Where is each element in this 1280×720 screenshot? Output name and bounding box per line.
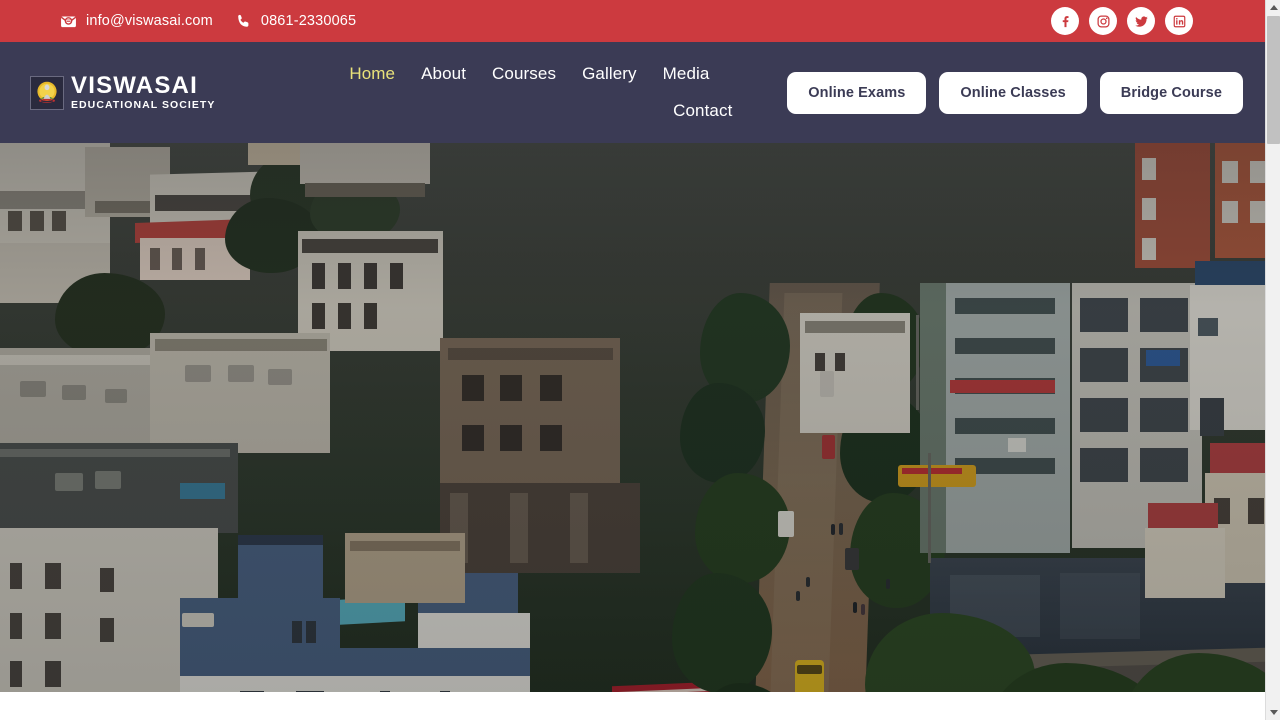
bridge-course-button[interactable]: Bridge Course bbox=[1099, 71, 1243, 114]
page-scrollbar[interactable] bbox=[1265, 0, 1280, 720]
social-link-twitter[interactable] bbox=[1127, 7, 1155, 35]
nav-item-home[interactable]: Home bbox=[336, 60, 408, 88]
online-exams-button[interactable]: Online Exams bbox=[787, 71, 927, 114]
aerial-neighbourhood-scene bbox=[0, 143, 1265, 692]
chevron-down-icon bbox=[1269, 710, 1278, 715]
nav-item-courses[interactable]: Courses bbox=[479, 60, 569, 88]
instagram-icon bbox=[1097, 15, 1110, 28]
brand-name: VISWASAI bbox=[71, 72, 198, 100]
facebook-icon bbox=[1062, 15, 1068, 27]
nav-item-contact[interactable]: Contact bbox=[660, 97, 745, 125]
scrollbar-down-arrow[interactable] bbox=[1266, 705, 1280, 720]
page-content: info@viswasai.com 0861-2330065 VISWASAI … bbox=[0, 0, 1265, 720]
main-navigation: Home About Courses Gallery Media Contact bbox=[303, 60, 755, 125]
contact-group: info@viswasai.com 0861-2330065 bbox=[60, 13, 356, 30]
social-link-facebook[interactable] bbox=[1051, 7, 1079, 35]
nav-item-about[interactable]: About bbox=[408, 60, 479, 88]
brand-logo[interactable]: VISWASAI EDUCATIONAL SOCIETY bbox=[30, 74, 215, 111]
nav-item-media[interactable]: Media bbox=[650, 60, 723, 88]
social-links bbox=[1051, 7, 1193, 35]
phone-contact[interactable]: 0861-2330065 bbox=[235, 13, 356, 30]
scrollbar-thumb[interactable] bbox=[1267, 16, 1280, 144]
browser-viewport: info@viswasai.com 0861-2330065 VISWASAI … bbox=[0, 0, 1280, 720]
phone-handset-icon bbox=[235, 13, 252, 30]
brand-text: VISWASAI EDUCATIONAL SOCIETY bbox=[71, 74, 215, 111]
email-contact[interactable]: info@viswasai.com bbox=[60, 13, 213, 30]
header-cta-group: Online Exams Online Classes Bridge Cours… bbox=[787, 71, 1243, 114]
social-link-linkedin[interactable] bbox=[1165, 7, 1193, 35]
email-text: info@viswasai.com bbox=[86, 13, 213, 29]
envelope-message-icon bbox=[60, 13, 77, 30]
online-classes-button[interactable]: Online Classes bbox=[939, 71, 1087, 114]
phone-text: 0861-2330065 bbox=[260, 13, 357, 29]
nav-item-gallery[interactable]: Gallery bbox=[569, 60, 650, 88]
linkedin-icon bbox=[1173, 15, 1185, 27]
top-contact-bar: info@viswasai.com 0861-2330065 bbox=[0, 0, 1265, 42]
hero-overlay bbox=[0, 143, 1265, 692]
site-header: VISWASAI EDUCATIONAL SOCIETY Home About … bbox=[0, 42, 1265, 143]
hero-banner-image bbox=[0, 143, 1265, 692]
chevron-up-icon bbox=[1269, 5, 1278, 10]
brand-subtitle: EDUCATIONAL SOCIETY bbox=[71, 99, 216, 112]
scrollbar-up-arrow[interactable] bbox=[1266, 0, 1280, 15]
twitter-icon bbox=[1134, 15, 1148, 27]
deity-emblem-icon bbox=[30, 75, 64, 110]
social-link-instagram[interactable] bbox=[1089, 7, 1117, 35]
